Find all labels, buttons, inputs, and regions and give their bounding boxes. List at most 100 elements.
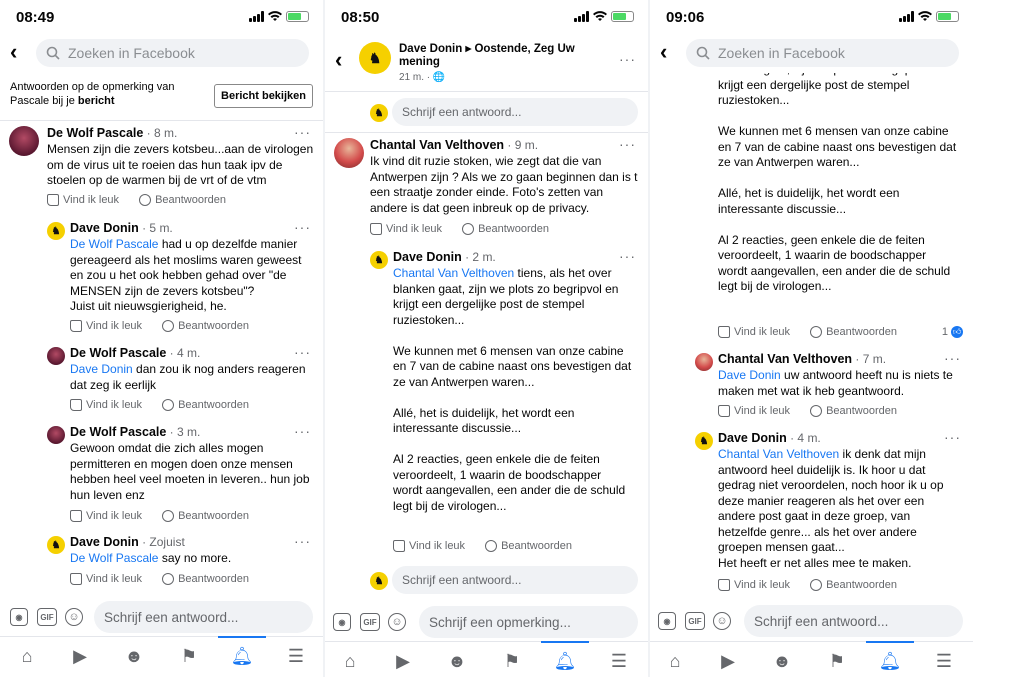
back-arrow-icon[interactable]: ‹ xyxy=(660,41,667,63)
reply-input[interactable]: Schrijf een antwoord... xyxy=(392,98,638,126)
avatar[interactable]: ♞ xyxy=(47,536,65,554)
gif-icon[interactable]: GIF xyxy=(360,613,380,631)
more-options-icon[interactable]: ··· xyxy=(619,136,636,152)
menu-icon[interactable]: ☰ xyxy=(607,650,631,672)
avatar[interactable]: ♞ xyxy=(695,432,713,450)
groups-icon[interactable]: ☻ xyxy=(445,650,469,672)
back-arrow-icon[interactable]: ‹ xyxy=(10,41,17,63)
avatar[interactable] xyxy=(47,426,65,444)
reply-button[interactable]: Beantwoorden xyxy=(139,194,226,206)
reply-button[interactable]: Beantwoorden xyxy=(162,510,249,522)
bell-icon[interactable]: 🔔︎ xyxy=(553,650,577,672)
search-input[interactable]: Zoeken in Facebook xyxy=(36,39,309,67)
avatar[interactable] xyxy=(695,353,713,371)
like-button[interactable]: Vind ik leuk xyxy=(718,405,790,417)
like-button[interactable]: Vind ik leuk xyxy=(718,579,790,591)
avatar[interactable] xyxy=(9,126,39,156)
post-author[interactable]: Dave Donin xyxy=(399,43,462,55)
avatar[interactable]: ♞ xyxy=(370,251,388,269)
video-icon[interactable]: ▶ xyxy=(391,650,415,672)
more-options-icon[interactable]: ··· xyxy=(294,124,311,140)
reply-button[interactable]: Beantwoorden xyxy=(162,399,249,411)
more-options-icon[interactable]: ··· xyxy=(619,248,636,264)
mention-link[interactable]: De Wolf Pascale xyxy=(70,237,158,251)
emoji-icon[interactable]: ☺ xyxy=(713,612,731,630)
avatar[interactable] xyxy=(334,138,364,168)
more-options-icon[interactable]: ··· xyxy=(944,429,961,445)
like-button[interactable]: Vind ik leuk xyxy=(718,326,790,338)
view-post-button[interactable]: Bericht bekijken xyxy=(214,84,313,108)
comment-author[interactable]: De Wolf Pascale xyxy=(70,425,166,439)
home-icon[interactable]: ⌂ xyxy=(663,650,687,672)
reply-button[interactable]: Beantwoorden xyxy=(162,320,249,332)
compose-input[interactable]: Schrijf een antwoord... xyxy=(744,605,963,637)
reply-button[interactable]: Beantwoorden xyxy=(462,223,549,235)
groups-icon[interactable]: ☻ xyxy=(122,645,146,667)
emoji-icon[interactable]: ☺ xyxy=(65,608,83,626)
reply-button[interactable]: Beantwoorden xyxy=(810,405,897,417)
menu-icon[interactable]: ☰ xyxy=(284,645,308,667)
like-button[interactable]: Vind ik leuk xyxy=(370,223,442,235)
comment-author[interactable]: Dave Donin xyxy=(393,250,462,264)
flag-icon[interactable]: ⚑ xyxy=(825,650,849,672)
menu-icon[interactable]: ☰ xyxy=(932,650,956,672)
reaction-count[interactable]: 1 👍︎ xyxy=(942,326,963,338)
comment-author[interactable]: Dave Donin xyxy=(70,535,139,549)
camera-icon[interactable]: ◉ xyxy=(10,608,28,626)
reply-button[interactable]: Beantwoorden xyxy=(485,540,572,552)
flag-icon[interactable]: ⚑ xyxy=(177,645,201,667)
more-options-icon[interactable]: ··· xyxy=(294,219,311,235)
mention-link[interactable]: De Wolf Pascale xyxy=(70,551,158,565)
like-button[interactable]: Vind ik leuk xyxy=(393,540,465,552)
more-options-icon[interactable]: ··· xyxy=(294,423,311,439)
mention-link[interactable]: Dave Donin xyxy=(70,362,133,376)
mention-link[interactable]: Dave Donin xyxy=(718,368,781,382)
home-icon[interactable]: ⌂ xyxy=(338,650,362,672)
comment-author[interactable]: Chantal Van Velthoven xyxy=(370,138,504,152)
mention-link[interactable]: Chantal Van Velthoven xyxy=(393,266,514,280)
reply-button[interactable]: Beantwoorden xyxy=(810,326,897,338)
gif-icon[interactable]: GIF xyxy=(37,608,57,626)
like-button[interactable]: Vind ik leuk xyxy=(70,510,142,522)
mention-link[interactable]: Chantal Van Velthoven xyxy=(718,447,839,461)
compose-input[interactable]: Schrijf een antwoord... xyxy=(94,601,313,633)
signal-icon xyxy=(899,11,914,22)
avatar[interactable]: ♞ xyxy=(47,222,65,240)
comment-author[interactable]: Dave Donin xyxy=(70,221,139,235)
video-icon[interactable]: ▶ xyxy=(68,645,92,667)
like-button[interactable]: Vind ik leuk xyxy=(47,194,119,206)
avatar[interactable] xyxy=(47,347,65,365)
search-input[interactable]: Zoeken in Facebook xyxy=(686,39,959,67)
reply-button[interactable]: Beantwoorden xyxy=(162,573,249,585)
video-icon[interactable]: ▶ xyxy=(716,650,740,672)
more-options-icon[interactable]: ··· xyxy=(294,344,311,360)
reply-input[interactable]: Schrijf een antwoord... xyxy=(392,566,638,594)
like-button[interactable]: Vind ik leuk xyxy=(70,573,142,585)
comment-author[interactable]: De Wolf Pascale xyxy=(47,126,143,140)
more-options-icon[interactable]: ··· xyxy=(619,51,636,67)
emoji-icon[interactable]: ☺ xyxy=(388,613,406,631)
comment-author[interactable]: Chantal Van Velthoven xyxy=(718,352,852,366)
back-arrow-icon[interactable]: ‹ xyxy=(335,49,342,71)
post-title[interactable]: Dave Donin ▸ Oostende, Zeg Uw mening xyxy=(399,43,589,69)
home-icon[interactable]: ⌂ xyxy=(15,645,39,667)
comment-time: · 9 m. xyxy=(504,138,539,152)
groups-icon[interactable]: ☻ xyxy=(770,650,794,672)
reply-label: Beantwoorden xyxy=(501,540,573,552)
bell-icon[interactable]: 🔔︎ xyxy=(878,650,902,672)
gif-icon[interactable]: GIF xyxy=(685,612,705,630)
like-button[interactable]: Vind ik leuk xyxy=(70,320,142,332)
compose-input[interactable]: Schrijf een opmerking... xyxy=(419,606,638,638)
more-options-icon[interactable]: ··· xyxy=(294,533,311,549)
author-avatar[interactable]: ♞ xyxy=(359,42,391,74)
reply-button[interactable]: Beantwoorden xyxy=(810,579,897,591)
comment-author[interactable]: Dave Donin xyxy=(718,431,787,445)
camera-icon[interactable]: ◉ xyxy=(333,613,351,631)
like-button[interactable]: Vind ik leuk xyxy=(70,399,142,411)
comment-author[interactable]: De Wolf Pascale xyxy=(70,346,166,360)
bell-icon[interactable]: 🔔︎ xyxy=(230,645,254,667)
camera-icon[interactable]: ◉ xyxy=(658,612,676,630)
more-options-icon[interactable]: ··· xyxy=(944,350,961,366)
status-bar: 08:49 xyxy=(0,0,323,34)
flag-icon[interactable]: ⚑ xyxy=(500,650,524,672)
